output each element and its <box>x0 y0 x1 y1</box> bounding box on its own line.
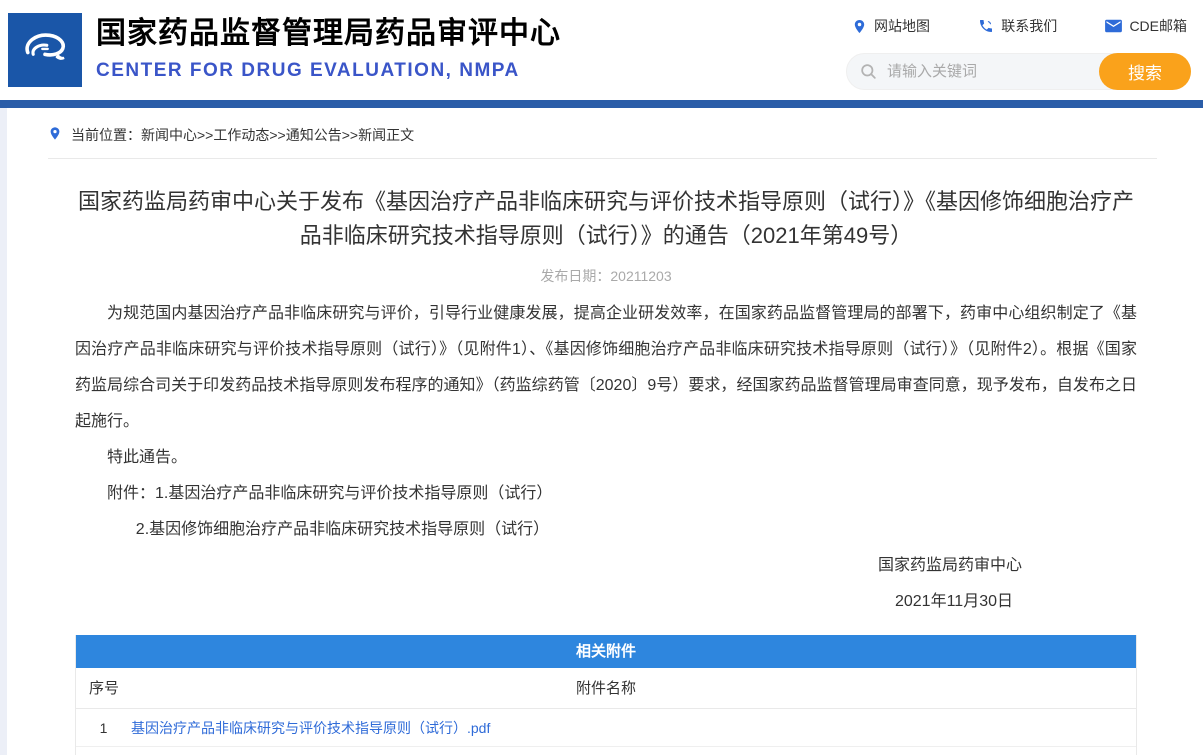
article-title: 国家药监局药审中心关于发布《基因治疗产品非临床研究与评价技术指导原则（试行）》《… <box>75 185 1137 253</box>
phone-icon <box>978 18 994 34</box>
breadcrumb-pin-icon <box>48 125 71 145</box>
paragraph-attachment-1: 附件：1.基因治疗产品非临床研究与评价技术指导原则（试行） <box>75 476 1137 512</box>
cde-mail-link[interactable]: CDE邮箱 <box>1105 16 1187 36</box>
sitemap-link[interactable]: 网站地图 <box>852 16 930 36</box>
attachments-table-header-row: 序号 附件名称 <box>76 668 1136 709</box>
breadcrumb-separator: >> <box>342 127 358 143</box>
site-title-en: CENTER FOR DRUG EVALUATION, NMPA <box>96 60 561 82</box>
column-header-name: 附件名称 <box>76 668 1136 709</box>
contact-link[interactable]: 联系我们 <box>978 16 1057 36</box>
breadcrumb-separator: >> <box>269 127 285 143</box>
row-number: 1 <box>76 709 131 746</box>
breadcrumb-prefix: 当前位置： <box>71 125 141 145</box>
cde-logo-swirl-icon <box>16 19 74 82</box>
table-row: 2 基因修饰细胞治疗产品非临床研究技术指导原则（试行）.pdf <box>76 747 1136 755</box>
sitemap-label: 网站地图 <box>874 16 930 36</box>
table-row: 1 基因治疗产品非临床研究与评价技术指导原则（试行）.pdf <box>76 709 1136 747</box>
attachment-pdf-link[interactable]: 基因修饰细胞治疗产品非临床研究技术指导原则（试行）.pdf <box>131 747 504 755</box>
column-header-no: 序号 <box>89 668 119 709</box>
row-number: 2 <box>76 747 131 755</box>
paragraph-notice: 特此通告。 <box>75 440 1137 476</box>
envelope-icon <box>1105 19 1122 33</box>
header-divider-bar <box>0 100 1203 108</box>
publish-date: 发布日期：20211203 <box>75 266 1137 286</box>
breadcrumb-item-article[interactable]: 新闻正文 <box>358 125 414 145</box>
publish-date-value: 20211203 <box>610 268 671 284</box>
search-bar: 搜索 <box>846 53 1191 90</box>
site-title-cn: 国家药品监督管理局药品审评中心 <box>96 15 561 53</box>
breadcrumb-separator: >> <box>197 127 213 143</box>
cde-mail-label: CDE邮箱 <box>1129 16 1187 36</box>
attachment-pdf-link[interactable]: 基因治疗产品非临床研究与评价技术指导原则（试行）.pdf <box>131 709 490 746</box>
breadcrumb: 当前位置： 新闻中心 >> 工作动态 >> 通知公告 >> 新闻正文 <box>48 108 1157 159</box>
breadcrumb-item-notices[interactable]: 通知公告 <box>286 125 342 145</box>
cde-logo[interactable] <box>8 13 82 87</box>
quick-links: 网站地图 联系我们 CDE邮箱 <box>846 16 1191 36</box>
article: 国家药监局药审中心关于发布《基因治疗产品非临床研究与评价技术指导原则（试行）》《… <box>75 185 1137 755</box>
location-pin-icon <box>852 18 867 35</box>
site-header: 国家药品监督管理局药品审评中心 CENTER FOR DRUG EVALUATI… <box>0 0 1203 100</box>
breadcrumb-item-work-trends[interactable]: 工作动态 <box>213 125 269 145</box>
page-left-strip <box>0 108 7 755</box>
breadcrumb-item-news-center[interactable]: 新闻中心 <box>141 125 197 145</box>
attachments-table-title: 相关附件 <box>76 635 1136 668</box>
signature-org: 国家药监局药审中心 <box>75 548 1137 584</box>
signature-date: 2021年11月30日 <box>75 584 1137 620</box>
search-button[interactable]: 搜索 <box>1099 53 1191 90</box>
contact-label: 联系我们 <box>1001 16 1057 36</box>
attachments-table: 相关附件 序号 附件名称 1 基因治疗产品非临床研究与评价技术指导原则（试行）.… <box>75 635 1137 755</box>
paragraph-main: 为规范国内基因治疗产品非临床研究与评价，引导行业健康发展，提高企业研发效率，在国… <box>75 296 1137 440</box>
search-icon <box>859 62 878 86</box>
publish-date-label: 发布日期： <box>540 268 610 284</box>
paragraph-attachment-2: 2.基因修饰细胞治疗产品非临床研究技术指导原则（试行） <box>75 512 1137 548</box>
article-body: 为规范国内基因治疗产品非临床研究与评价，引导行业健康发展，提高企业研发效率，在国… <box>75 296 1137 620</box>
